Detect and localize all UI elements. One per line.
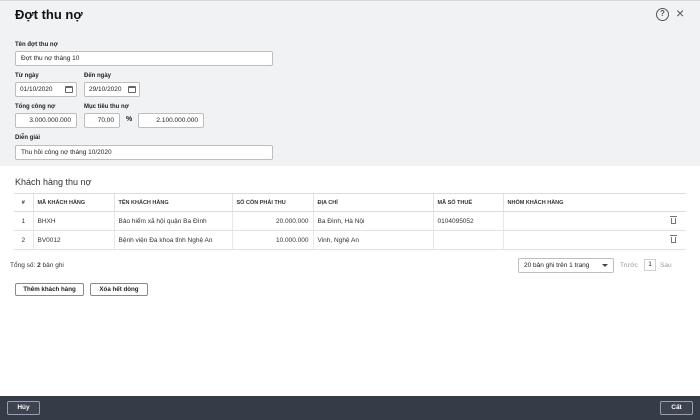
total-suffix: bản ghi [42, 262, 64, 269]
col-receivable: SỐ CÒN PHẢI THU [231, 193, 313, 212]
total-prefix: Tổng số: [10, 262, 36, 269]
cell-customer-name[interactable]: Bệnh viện Đa khoa tỉnh Nghệ An [113, 230, 232, 250]
from-date-value: 01/10/2020 [20, 86, 53, 93]
to-date-value: 29/10/2020 [89, 86, 122, 93]
name-label: Tên đợt thu nợ [15, 42, 58, 48]
cell-index: 2 [14, 230, 33, 250]
col-customer-code: MÃ KHÁCH HÀNG [32, 193, 114, 212]
save-button[interactable]: Cất [660, 401, 693, 415]
page-size-select[interactable]: 20 bản ghi trên 1 trang [518, 258, 614, 273]
cell-tax-code[interactable] [432, 230, 503, 250]
footer-bar: Hủy Cất [0, 396, 700, 420]
percent-sign: % [126, 116, 133, 123]
cell-customer-code[interactable]: BHXH [32, 211, 114, 231]
close-icon[interactable]: × [676, 6, 684, 20]
add-customer-button[interactable]: Thêm khách hàng [15, 283, 84, 296]
help-icon[interactable]: ? [656, 8, 669, 21]
to-date-label: Đến ngày [84, 73, 112, 79]
col-actions [661, 193, 686, 212]
cell-customer-group[interactable] [502, 230, 661, 250]
from-date-label: Từ ngày [15, 73, 39, 79]
table-row[interactable]: 2 BV0012 Bệnh viện Đa khoa tỉnh Nghệ An … [14, 230, 686, 250]
col-tax-code: MÃ SỐ THUẾ [432, 193, 503, 212]
cancel-button[interactable]: Hủy [7, 401, 40, 415]
cell-address[interactable]: Vinh, Nghệ An [312, 230, 433, 250]
current-page[interactable]: 1 [644, 259, 656, 271]
clear-all-rows-button[interactable]: Xóa hết dòng [90, 283, 148, 296]
note-input[interactable]: Thu hồi công nợ tháng 10/2020 [15, 145, 273, 160]
cell-actions [661, 230, 686, 250]
customer-table: # MÃ KHÁCH HÀNG TÊN KHÁCH HÀNG SỐ CÒN PH… [14, 193, 686, 250]
cell-tax-code[interactable]: 0104095052 [432, 211, 503, 231]
chevron-down-icon [602, 264, 608, 267]
col-customer-name: TÊN KHÁCH HÀNG [113, 193, 232, 212]
col-address: ĐỊA CHỈ [312, 193, 433, 212]
section-title: Khách hàng thu nợ [15, 177, 92, 187]
trash-icon[interactable] [670, 235, 677, 243]
total-debt-label: Tổng công nợ [15, 104, 56, 110]
cell-receivable[interactable]: 10.000.000 [231, 230, 313, 250]
table-header-row: # MÃ KHÁCH HÀNG TÊN KHÁCH HÀNG SỐ CÒN PH… [14, 193, 686, 212]
name-input[interactable]: Đợt thu nợ tháng 10 [15, 51, 273, 66]
record-total: Tổng số: 2 bản ghi [10, 262, 64, 269]
form-panel: Đợt thu nợ ? × Tên đợt thu nợ Đợt thu nợ… [0, 0, 700, 166]
target-amount-input[interactable]: 2.100.000.000 [138, 113, 204, 128]
cell-receivable[interactable]: 20.000.000 [231, 211, 313, 231]
total-debt-input[interactable]: 3.000.000.000 [15, 113, 77, 128]
target-percent-input[interactable]: 70,00 [84, 113, 120, 128]
prev-page-button[interactable]: Trước [620, 262, 638, 269]
next-page-button[interactable]: Sau [660, 262, 672, 269]
page-title: Đợt thu nợ [15, 7, 83, 22]
total-count: 2 [37, 262, 41, 269]
cell-address[interactable]: Ba Đình, Hà Nội [312, 211, 433, 231]
col-customer-group: NHÓM KHÁCH HÀNG [502, 193, 661, 212]
cell-customer-name[interactable]: Bảo hiểm xã hội quận Ba Đình [113, 211, 232, 231]
calendar-icon[interactable] [65, 86, 73, 93]
target-label: Mục tiêu thu nợ [84, 104, 129, 110]
table-row[interactable]: 1 BHXH Bảo hiểm xã hội quận Ba Đình 20.0… [14, 211, 686, 231]
cell-customer-group[interactable] [502, 211, 661, 231]
cell-index: 1 [14, 211, 33, 231]
col-index: # [14, 193, 33, 212]
cell-customer-code[interactable]: BV0012 [32, 230, 114, 250]
calendar-icon[interactable] [128, 86, 136, 93]
page-size-value: 20 bản ghi trên 1 trang [524, 262, 590, 269]
cell-actions [661, 211, 686, 231]
note-label: Diễn giải [15, 135, 41, 141]
trash-icon[interactable] [670, 216, 677, 224]
